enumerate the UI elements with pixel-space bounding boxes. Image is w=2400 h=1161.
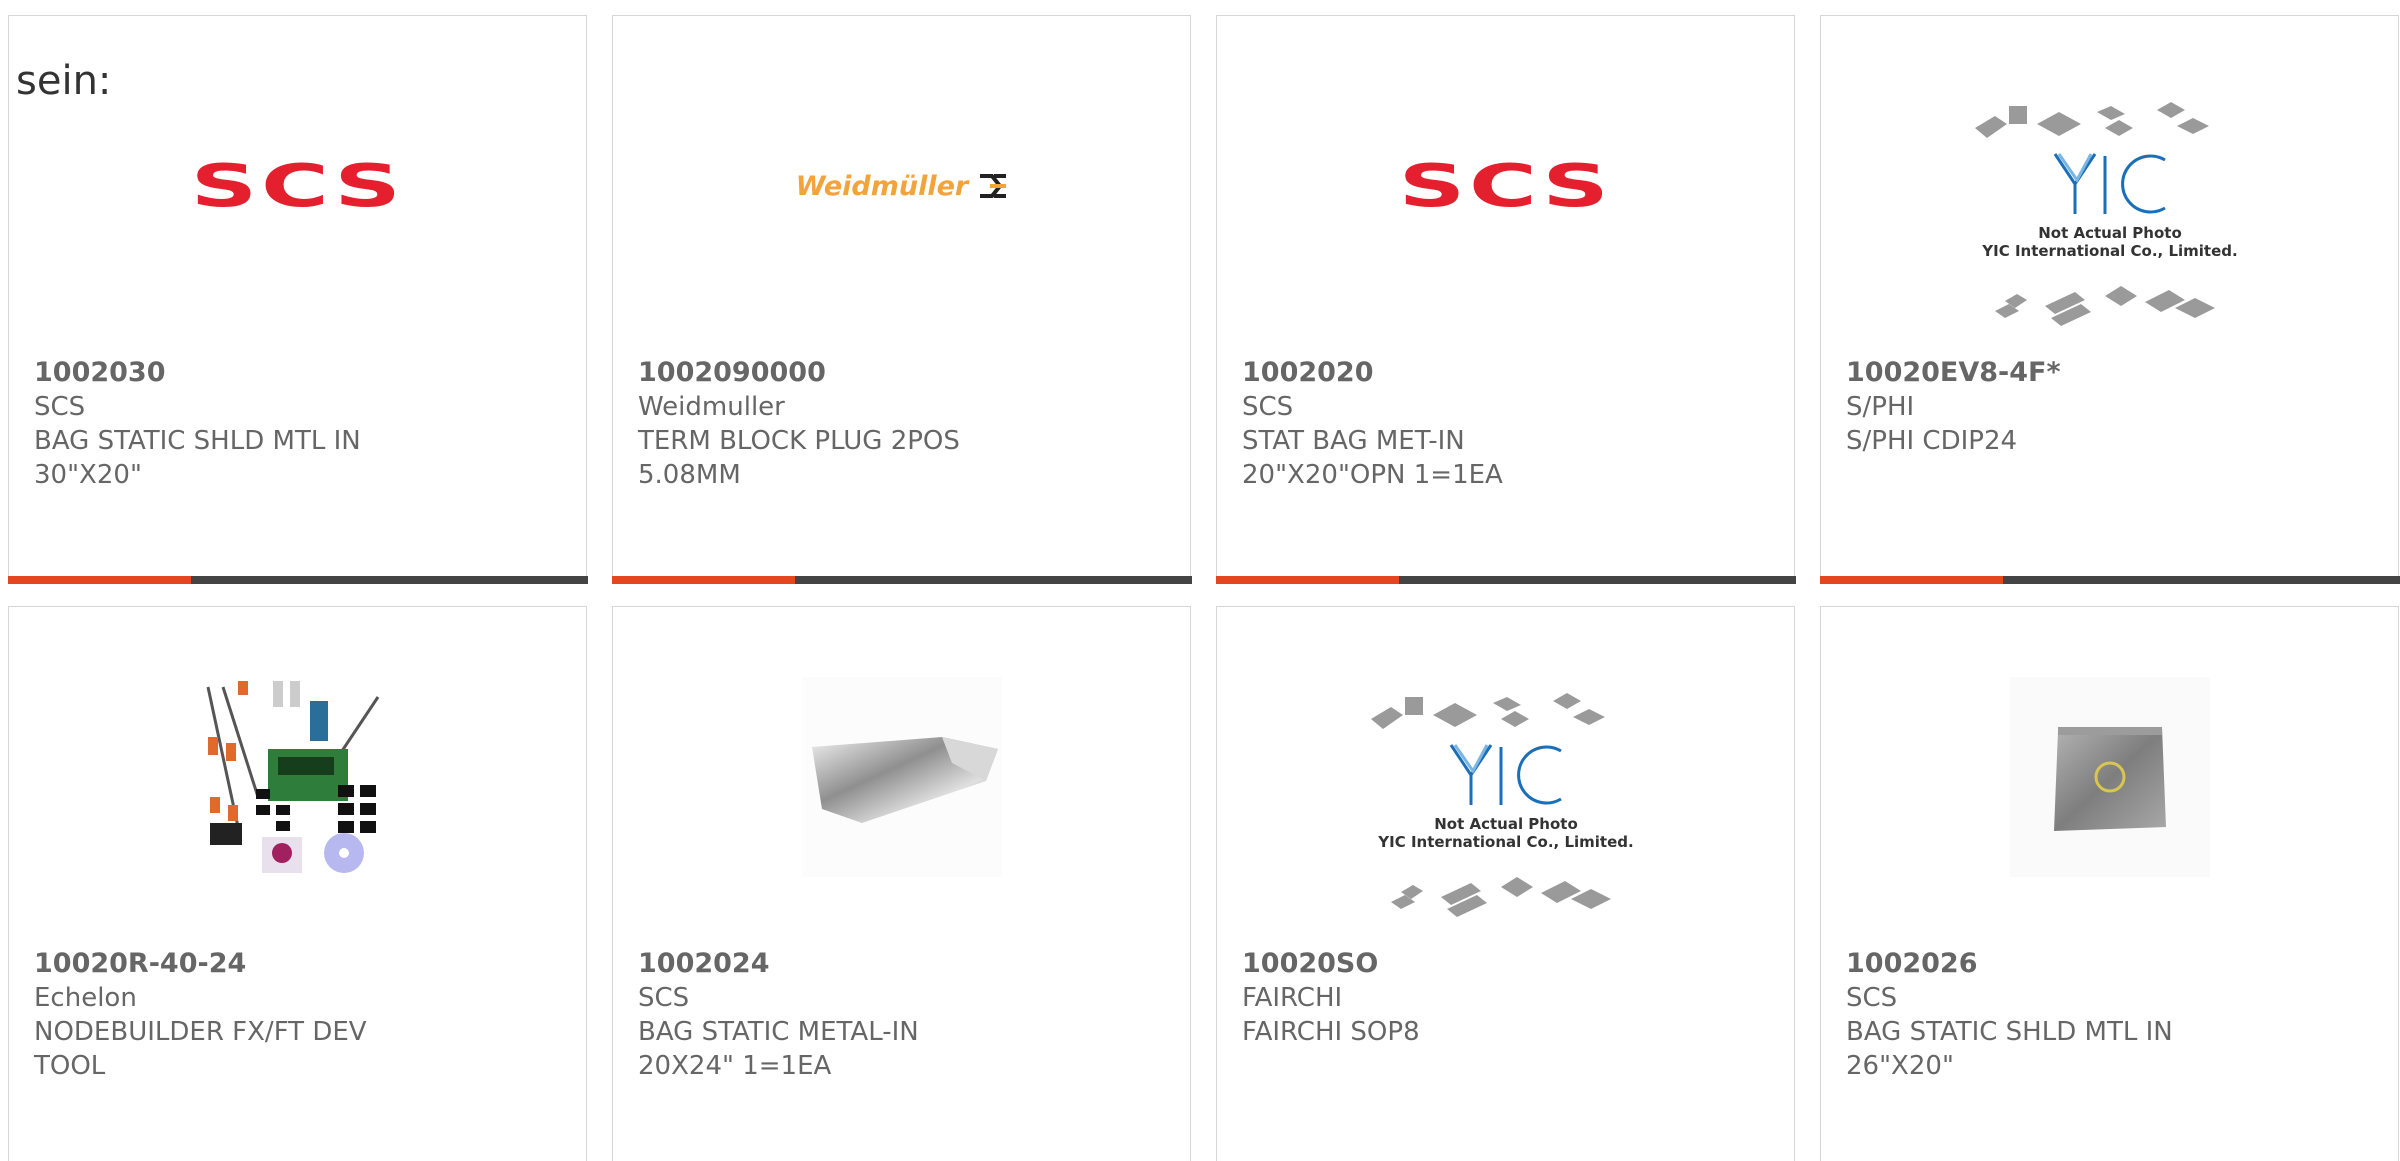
product-info: 1002024 SCS BAG STATIC METAL-IN 20X24" 1… <box>638 947 1158 1083</box>
product-card-1002026[interactable]: 1002026 SCS BAG STATIC SHLD MTL IN 26"X2… <box>1820 606 2399 1161</box>
weidmuller-mark-icon <box>980 174 1007 198</box>
description: S/PHI CDIP24 <box>1846 426 2018 456</box>
product-image-scs-logo[interactable]: SCS <box>1399 86 1609 286</box>
product-card-1002020[interactable]: SCS 1002020 SCS STAT BAG MET-IN 20"X20"O… <box>1216 15 1796 584</box>
part-number[interactable]: 1002090000 <box>638 356 1158 390</box>
part-number[interactable]: 10020SO <box>1242 947 1762 981</box>
part-number[interactable]: 10020R-40-24 <box>34 947 554 981</box>
product-card-1002030[interactable]: sein: SCS 1002030 SCS BAG STATIC SHLD MT… <box>8 15 588 584</box>
product-card-10020EV8-4F[interactable]: Not Actual Photo YIC International Co., … <box>1820 15 2400 584</box>
product-card-10020R-40-24[interactable]: 10020R-40-24 Echelon NODEBUILDER FX/FT D… <box>8 606 587 1161</box>
card-bottom-bar <box>1216 576 1796 584</box>
manufacturer: Echelon <box>34 983 137 1013</box>
yic-placeholder-image: Not Actual Photo YIC International Co., … <box>1965 96 2255 336</box>
manufacturer: SCS <box>1846 983 1898 1013</box>
part-number[interactable]: 1002024 <box>638 947 1158 981</box>
part-number[interactable]: 1002026 <box>1846 947 2366 981</box>
card-bottom-bar <box>612 576 1192 584</box>
part-number[interactable]: 1002020 <box>1242 356 1762 390</box>
product-info: 1002090000 Weidmuller TERM BLOCK PLUG 2P… <box>638 356 1158 492</box>
description: STAT BAG MET-IN 20"X20"OPN 1=1EA <box>1242 426 1503 490</box>
product-image-yic-placeholder[interactable]: Not Actual Photo YIC International Co., … <box>1361 687 1651 927</box>
description: TERM BLOCK PLUG 2POS 5.08MM <box>638 426 960 490</box>
product-card-10020SO[interactable]: Not Actual Photo YIC International Co., … <box>1216 606 1795 1161</box>
product-image-yic-placeholder[interactable]: Not Actual Photo YIC International Co., … <box>1965 96 2255 336</box>
dev-kit-photo <box>198 677 398 877</box>
manufacturer: SCS <box>638 983 690 1013</box>
manufacturer: FAIRCHI <box>1242 983 1343 1013</box>
description: NODEBUILDER FX/FT DEV TOOL <box>34 1017 367 1081</box>
card-accent-bar <box>1216 576 1399 584</box>
manufacturer: Weidmuller <box>638 392 785 422</box>
description: BAG STATIC SHLD MTL IN 30"X20" <box>34 426 361 490</box>
product-info: 1002030 SCS BAG STATIC SHLD MTL IN 30"X2… <box>34 356 554 492</box>
yic-caption: Not Actual Photo YIC International Co., … <box>1361 815 1651 851</box>
manufacturer: SCS <box>34 392 86 422</box>
product-info: 10020EV8-4F* S/PHI S/PHI CDIP24 <box>1846 356 2366 458</box>
scs-logo: SCS <box>1398 151 1614 221</box>
intro-text: sein: <box>16 58 112 104</box>
weidmuller-logo-text: Weidmüller <box>795 170 969 202</box>
product-image-static-bag-photo[interactable] <box>802 677 1002 877</box>
manufacturer: S/PHI <box>1846 392 1915 422</box>
yic-caption: Not Actual Photo YIC International Co., … <box>1965 224 2255 260</box>
yic-caption-line1: Not Actual Photo <box>1434 815 1578 833</box>
card-accent-bar <box>8 576 191 584</box>
product-info: 1002026 SCS BAG STATIC SHLD MTL IN 26"X2… <box>1846 947 2366 1083</box>
product-card-1002024[interactable]: 1002024 SCS BAG STATIC METAL-IN 20X24" 1… <box>612 606 1191 1161</box>
product-image-dev-kit-photo[interactable] <box>198 677 398 877</box>
part-number[interactable]: 10020EV8-4F* <box>1846 356 2366 390</box>
product-image-weidmuller-logo[interactable]: Weidmüller <box>796 86 1007 286</box>
product-info: 10020SO FAIRCHI FAIRCHI SOP8 <box>1242 947 1762 1049</box>
card-accent-bar <box>1820 576 2003 584</box>
yic-placeholder-image: Not Actual Photo YIC International Co., … <box>1361 687 1651 927</box>
description: FAIRCHI SOP8 <box>1242 1017 1420 1047</box>
product-card-1002090000[interactable]: Weidmüller 1002090000 Weidmuller TERM BL… <box>612 15 1192 584</box>
description: BAG STATIC METAL-IN 20X24" 1=1EA <box>638 1017 919 1081</box>
yic-caption-line2: YIC International Co., Limited. <box>1378 833 1634 851</box>
product-grid-page: sein: SCS 1002030 SCS BAG STATIC SHLD MT… <box>0 0 2400 1161</box>
static-bag-photo <box>802 677 1002 877</box>
scs-logo: SCS <box>190 151 406 221</box>
chip-pictogram-icon <box>1371 693 1611 917</box>
card-bottom-bar <box>1820 576 2400 584</box>
manufacturer: SCS <box>1242 392 1294 422</box>
yic-caption-line2: YIC International Co., Limited. <box>1982 242 2238 260</box>
product-info: 10020R-40-24 Echelon NODEBUILDER FX/FT D… <box>34 947 554 1083</box>
static-bag-flat-photo <box>2010 677 2210 877</box>
product-info: 1002020 SCS STAT BAG MET-IN 20"X20"OPN 1… <box>1242 356 1762 492</box>
yic-caption-line1: Not Actual Photo <box>2038 224 2182 242</box>
card-bottom-bar <box>8 576 588 584</box>
product-image-scs-logo[interactable]: SCS <box>191 86 401 286</box>
part-number[interactable]: 1002030 <box>34 356 554 390</box>
card-accent-bar <box>612 576 795 584</box>
chip-pictogram-icon <box>1975 102 2215 326</box>
weidmuller-logo: Weidmüller <box>796 171 1008 202</box>
description: BAG STATIC SHLD MTL IN 26"X20" <box>1846 1017 2173 1081</box>
product-image-static-bag-flat-photo[interactable] <box>2010 677 2210 877</box>
